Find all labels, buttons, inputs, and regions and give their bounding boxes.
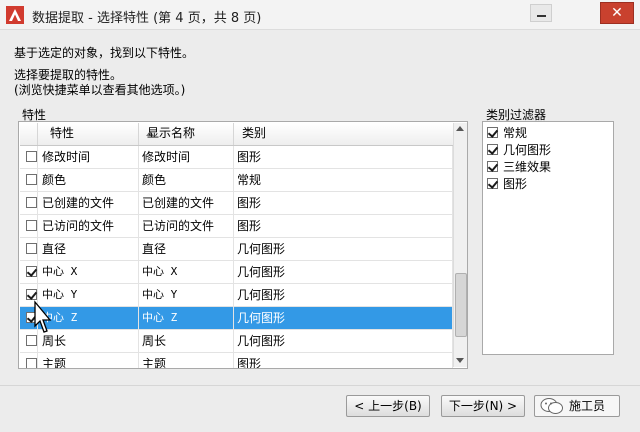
wechat-icon — [540, 398, 563, 414]
table-row[interactable]: 已创建的文件 已创建的文件 图形 — [20, 192, 453, 215]
cancel-button-label: 施工员 — [569, 399, 606, 413]
category-filter-list: 常规几何图形三维效果图形 — [482, 121, 614, 355]
properties-grid: 特性 显示名称 类别 修改时间 修改时间 图形 颜色 颜色 常规 已创建的文件 已创建的文件图… — [18, 121, 468, 369]
header-category[interactable]: 类别 — [234, 123, 453, 145]
cell-category: 几何图形 — [234, 284, 453, 306]
cell-display-name[interactable]: 直径 — [139, 238, 234, 260]
next-button[interactable]: 下一步(N) > — [441, 395, 525, 417]
header-display-name[interactable]: 显示名称 — [139, 123, 234, 145]
table-row[interactable]: 已访问的文件 已访问的文件 图形 — [20, 215, 453, 238]
back-button[interactable]: < 上一步(B) — [346, 395, 430, 417]
row-checkbox[interactable] — [26, 220, 37, 231]
cell-category: 几何图形 — [234, 238, 453, 260]
filter-checkbox[interactable] — [487, 161, 498, 172]
row-checkbox[interactable] — [26, 358, 37, 368]
row-checkbox-cell[interactable] — [20, 238, 38, 260]
table-row[interactable]: 中心 X 中心 X 几何图形 — [20, 261, 453, 284]
table-row[interactable]: 主题 主题 图形 — [20, 353, 453, 368]
scroll-thumb[interactable] — [455, 273, 467, 337]
row-checkbox-cell[interactable] — [20, 353, 38, 368]
cell-display-name[interactable]: 主题 — [139, 353, 234, 368]
cell-property: 修改时间 — [38, 146, 139, 168]
cell-display-name[interactable]: 已创建的文件 — [139, 192, 234, 214]
filter-item-label: 几何图形 — [503, 143, 552, 157]
cell-property: 直径 — [38, 238, 139, 260]
cell-category: 几何图形 — [234, 307, 453, 329]
cell-property: 中心 Y — [38, 284, 139, 306]
table-row[interactable]: 周长 周长 几何图形 — [20, 330, 453, 353]
scroll-down-arrow-icon[interactable] — [456, 358, 464, 363]
cell-display-name[interactable]: 修改时间 — [139, 146, 234, 168]
row-checkbox-cell[interactable] — [20, 169, 38, 191]
row-checkbox-cell[interactable] — [20, 215, 38, 237]
header-property-label: 特性 — [50, 126, 75, 140]
table-row[interactable]: 修改时间 修改时间 图形 — [20, 146, 453, 169]
cell-display-name[interactable]: 中心 Z — [139, 307, 234, 329]
cell-category: 图形 — [234, 215, 453, 237]
filter-item-label: 常规 — [503, 126, 528, 140]
filter-checkbox[interactable] — [487, 144, 498, 155]
row-checkbox-cell[interactable] — [20, 146, 38, 168]
row-checkbox-cell[interactable] — [20, 261, 38, 283]
table-row[interactable]: 直径 直径 几何图形 — [20, 238, 453, 261]
cell-property: 已访问的文件 — [38, 215, 139, 237]
row-checkbox[interactable] — [26, 266, 37, 277]
row-checkbox[interactable] — [26, 174, 37, 185]
mouse-cursor-icon — [34, 300, 52, 333]
header-property[interactable]: 特性 — [38, 123, 154, 145]
filter-item-label: 图形 — [503, 177, 528, 191]
cell-property: 主题 — [38, 353, 139, 368]
cell-display-name[interactable]: 周长 — [139, 330, 234, 352]
cell-category: 图形 — [234, 353, 453, 368]
title-bar: 数据提取 - 选择特性 (第 4 页，共 8 页) ✕ — [0, 0, 640, 30]
cell-property: 已创建的文件 — [38, 192, 139, 214]
table-row[interactable]: 中心 Y 中心 Y 几何图形 — [20, 284, 453, 307]
cell-category: 几何图形 — [234, 330, 453, 352]
row-checkbox-cell[interactable] — [20, 192, 38, 214]
scroll-up-arrow-icon[interactable] — [456, 126, 464, 131]
cell-property: 颜色 — [38, 169, 139, 191]
cell-category: 几何图形 — [234, 261, 453, 283]
grid-header: 特性 显示名称 类别 — [20, 123, 453, 146]
close-button[interactable]: ✕ — [600, 2, 634, 24]
cell-display-name[interactable]: 已访问的文件 — [139, 215, 234, 237]
filter-checkbox[interactable] — [487, 178, 498, 189]
table-row[interactable]: 中心 Z 中心 Z 几何图形 — [20, 307, 453, 330]
row-checkbox[interactable] — [26, 243, 37, 254]
cell-display-name[interactable]: 中心 X — [139, 261, 234, 283]
cell-property: 中心 Z — [38, 307, 139, 329]
row-checkbox[interactable] — [26, 335, 37, 346]
minimize-button[interactable] — [530, 4, 552, 22]
autocad-logo-icon — [6, 6, 24, 24]
grid-rows: 修改时间 修改时间 图形 颜色 颜色 常规 已创建的文件 已创建的文件 图形 已访问的文件 已访问的… — [20, 146, 453, 368]
row-checkbox[interactable] — [26, 289, 37, 300]
filter-checkbox[interactable] — [487, 127, 498, 138]
grid-scrollbar[interactable] — [453, 123, 467, 367]
cell-category: 图形 — [234, 146, 453, 168]
close-icon: ✕ — [611, 5, 623, 21]
cell-property: 周长 — [38, 330, 139, 352]
row-checkbox[interactable] — [26, 151, 37, 162]
header-checkbox-column — [20, 123, 38, 145]
cell-display-name[interactable]: 颜色 — [139, 169, 234, 191]
table-row[interactable]: 颜色 颜色 常规 — [20, 169, 453, 192]
instruction-line-1: 基于选定的对象，找到以下特性。 — [14, 46, 195, 60]
window-title: 数据提取 - 选择特性 (第 4 页，共 8 页) — [32, 11, 262, 26]
cell-category: 常规 — [234, 169, 453, 191]
filter-item-label: 三维效果 — [503, 160, 552, 174]
cell-category: 图形 — [234, 192, 453, 214]
cell-display-name[interactable]: 中心 Y — [139, 284, 234, 306]
instruction-line-3: (浏览快捷菜单以查看其他选项。) — [14, 83, 186, 97]
row-checkbox[interactable] — [26, 197, 37, 208]
cell-property: 中心 X — [38, 261, 139, 283]
